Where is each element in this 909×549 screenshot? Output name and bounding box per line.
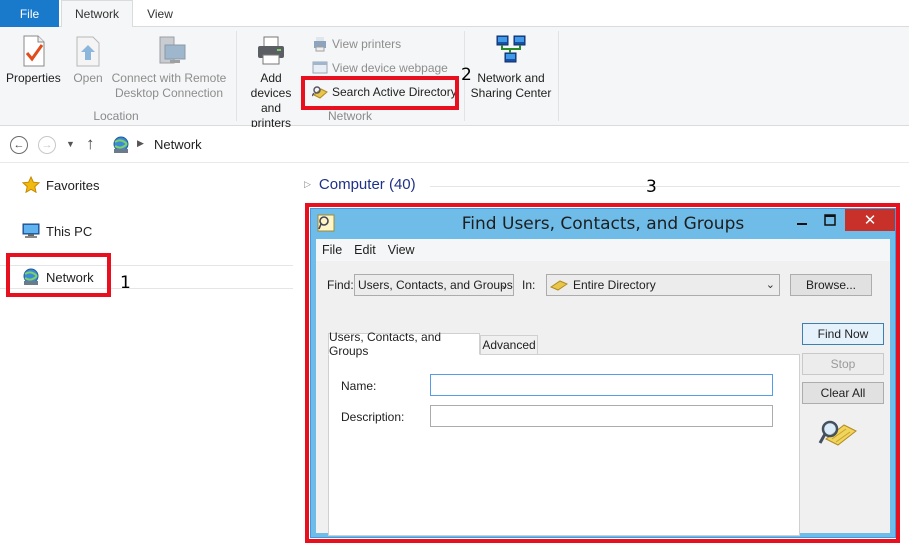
group-header-divider	[430, 186, 900, 187]
back-button[interactable]: ←	[10, 136, 28, 154]
tab-file[interactable]: File	[0, 0, 59, 27]
arrow-left-icon: ←	[13, 139, 25, 151]
ribbon-separator	[236, 31, 237, 121]
breadcrumb-chevron-icon: ▶	[137, 138, 144, 148]
open-icon	[70, 33, 106, 69]
remote-desktop-icon	[151, 33, 187, 69]
location-group-label: Location	[93, 109, 139, 123]
annotation-step-1: 1	[120, 273, 131, 293]
expand-triangle-icon: ▷	[304, 179, 311, 189]
network-globe-icon	[112, 136, 130, 154]
annotation-box-dialog	[305, 203, 900, 543]
sharing-center-label-1: Network and	[477, 71, 545, 85]
computer-icon	[22, 222, 40, 240]
breadcrumb-network[interactable]: Network	[154, 137, 202, 152]
remote-desktop-label-2: Desktop Connection	[114, 86, 224, 100]
group-header-label: Computer (40)	[318, 176, 416, 193]
star-icon	[21, 175, 41, 194]
properties-label: Properties	[6, 71, 61, 85]
printer-icon	[253, 33, 289, 69]
properties-icon	[15, 33, 51, 69]
up-button[interactable]: ↑	[86, 134, 95, 154]
nav-item-label: Favorites	[46, 177, 100, 193]
sharing-center-icon	[493, 33, 529, 69]
open-label: Open	[73, 71, 103, 85]
network-group-label: Network	[327, 109, 372, 123]
address-bar: ← → ▼ ↑ ▶ Network	[0, 127, 909, 163]
view-printers-label: View printers	[332, 37, 402, 51]
annotation-step-2: 2	[461, 65, 472, 85]
sharing-center-label-2: Sharing Center	[470, 86, 552, 100]
properties-button[interactable]: Properties	[6, 33, 61, 86]
ribbon-tab-bar: File Network View	[0, 0, 909, 28]
open-button[interactable]: Open	[70, 33, 106, 86]
group-header-computer[interactable]: ▷ Computer (40)	[304, 176, 416, 193]
tab-view[interactable]: View	[136, 0, 184, 27]
tab-network[interactable]: Network	[61, 0, 133, 28]
nav-item-this-pc[interactable]: This PC	[22, 219, 92, 243]
add-devices-label-1: Add devices	[250, 71, 292, 100]
forward-button[interactable]: →	[38, 136, 56, 154]
webpage-icon	[312, 60, 328, 76]
ribbon-separator	[558, 31, 559, 121]
remote-desktop-label-1: Connect with Remote	[111, 71, 227, 85]
network-sharing-center-button[interactable]: Network and Sharing Center	[468, 33, 554, 101]
arrow-right-icon: →	[41, 139, 53, 151]
nav-item-label: This PC	[46, 223, 93, 239]
nav-item-favorites[interactable]: Favorites	[21, 173, 100, 197]
add-devices-button[interactable]: Add devices and printers	[240, 33, 302, 131]
recent-locations-dropdown[interactable]: ▼	[66, 139, 75, 149]
annotation-box-network	[6, 253, 111, 297]
view-device-webpage-label: View device webpage	[332, 61, 448, 75]
tab-users-contacts-groups[interactable]: Users, Contacts, and Groups	[328, 330, 480, 358]
remote-desktop-button[interactable]: Connect with Remote Desktop Connection	[110, 33, 228, 101]
view-device-webpage-button[interactable]: View device webpage	[312, 58, 448, 78]
annotation-step-3: 3	[646, 177, 657, 197]
view-printers-button[interactable]: View printers	[312, 34, 401, 54]
printers-icon	[312, 36, 328, 52]
annotation-box-search-ad	[301, 76, 459, 110]
